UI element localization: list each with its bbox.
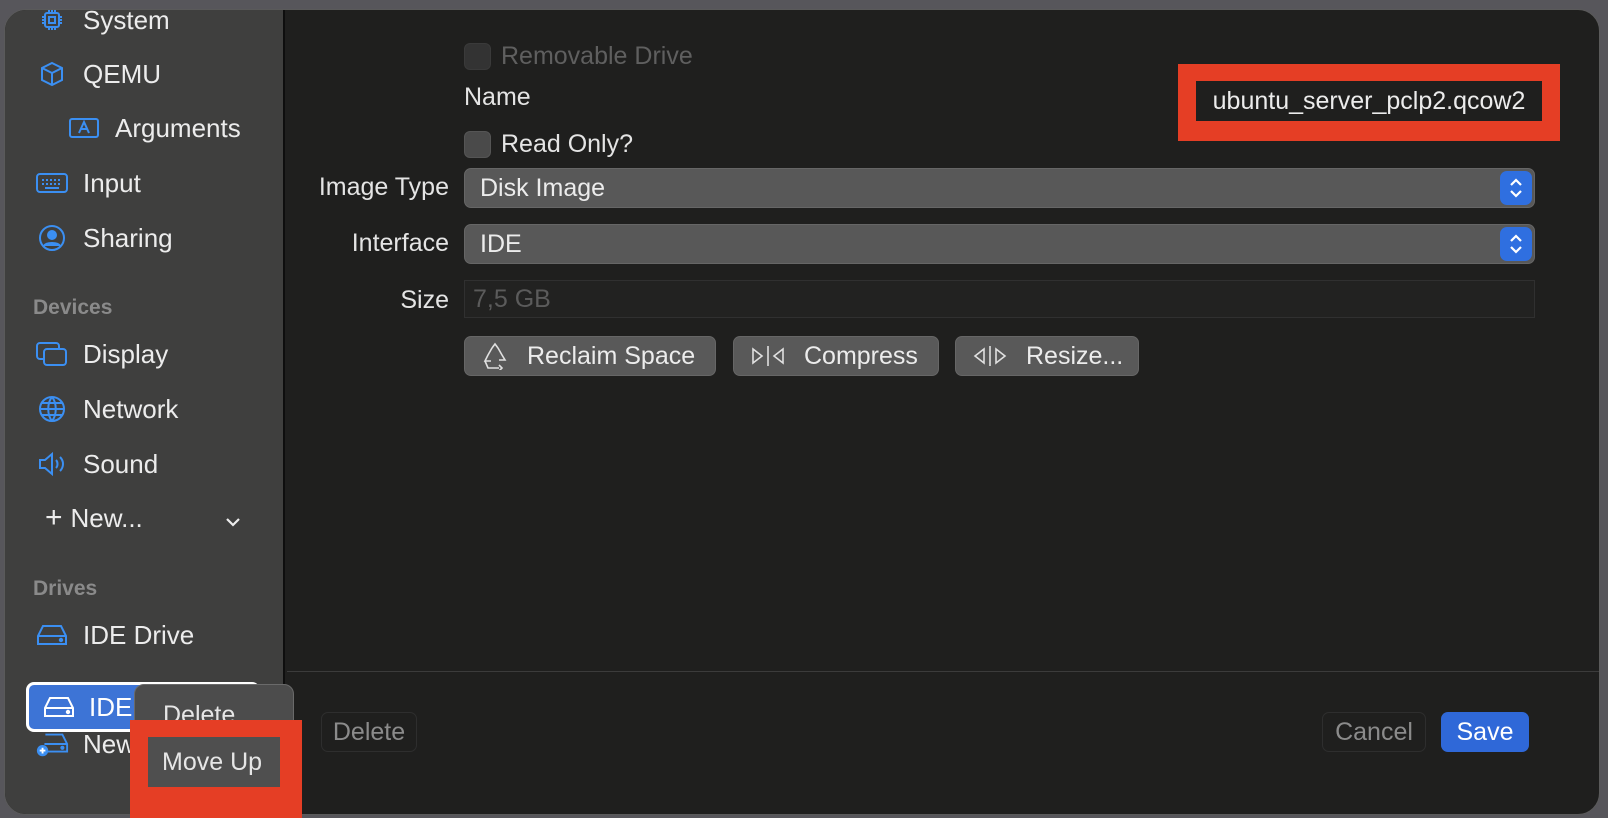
resize-icon: [972, 345, 1008, 367]
save-button[interactable]: Save: [1441, 712, 1529, 752]
sidebar-item-qemu[interactable]: QEMU: [35, 52, 161, 96]
sidebar-item-display[interactable]: Display: [35, 332, 168, 376]
cube-icon: [35, 59, 69, 89]
sidebar-item-input[interactable]: Input: [35, 161, 141, 205]
sidebar-item-system[interactable]: System: [35, 9, 170, 42]
person-circle-icon: [35, 223, 69, 253]
image-type-value: Disk Image: [480, 173, 606, 202]
cpu-icon: [35, 10, 69, 35]
context-menu-move-up[interactable]: Move Up: [148, 737, 280, 787]
removable-drive-checkbox[interactable]: [464, 43, 491, 70]
sidebar-item-label: IDE Drive: [83, 619, 195, 650]
compress-icon: [750, 345, 786, 367]
select-stepper-icon: [1500, 171, 1532, 205]
chevron-down-icon: [225, 503, 241, 534]
sidebar-item-sound[interactable]: Sound: [35, 442, 158, 486]
compress-label: Compress: [804, 341, 918, 370]
name-field[interactable]: ubuntu_server_pclp2.qcow2: [1196, 81, 1542, 121]
text-field-icon: [67, 113, 101, 143]
image-type-label: Image Type: [318, 173, 449, 201]
drive-icon: [35, 620, 69, 650]
sidebar-item-label: Network: [83, 393, 179, 424]
sidebar-item-label: Sharing: [83, 222, 173, 253]
plus-icon: +: [45, 501, 63, 534]
resize-label: Resize...: [1026, 341, 1124, 370]
reclaim-space-button[interactable]: Reclaim Space: [464, 336, 716, 376]
sidebar-item-label: Sound: [83, 448, 159, 479]
size-label: Size: [400, 286, 449, 314]
name-label: Name: [464, 83, 531, 111]
add-drive-icon: [35, 729, 69, 759]
sidebar-item-sharing[interactable]: Sharing: [35, 216, 173, 260]
keyboard-icon: [35, 168, 69, 198]
compress-button[interactable]: Compress: [733, 336, 939, 376]
display-icon: [35, 339, 69, 369]
read-only-checkbox-row[interactable]: Read Only?: [464, 130, 633, 159]
sidebar-item-label: Display: [83, 338, 169, 369]
drives-section-header: Drives: [33, 577, 98, 600]
globe-icon: [35, 394, 69, 424]
read-only-checkbox[interactable]: [464, 131, 491, 158]
removable-drive-checkbox-row[interactable]: Removable Drive: [464, 42, 693, 71]
drive-icon: [43, 695, 77, 719]
new-device-button[interactable]: + New...: [45, 496, 255, 540]
removable-drive-label: Removable Drive: [501, 42, 693, 70]
image-type-select[interactable]: Disk Image: [464, 168, 1535, 208]
recycle-icon: [481, 342, 509, 370]
devices-section-header: Devices: [33, 296, 113, 319]
cancel-button[interactable]: Cancel: [1322, 712, 1426, 752]
new-device-label: New...: [70, 502, 143, 533]
speaker-icon: [35, 449, 69, 479]
delete-button[interactable]: Delete: [321, 712, 417, 752]
footer-divider: [287, 671, 1599, 672]
sidebar-item-arguments[interactable]: Arguments: [67, 106, 241, 150]
sidebar-item-label: Arguments: [115, 112, 241, 143]
resize-button[interactable]: Resize...: [955, 336, 1139, 376]
reclaim-space-label: Reclaim Space: [527, 341, 696, 370]
select-stepper-icon: [1500, 227, 1532, 261]
sidebar-item-label: Input: [83, 167, 141, 198]
read-only-label: Read Only?: [501, 130, 634, 158]
drive-settings-panel: Removable Drive Name ubuntu_server_pclp2…: [287, 10, 1599, 814]
sidebar-item-label: QEMU: [83, 58, 161, 89]
interface-label: Interface: [351, 229, 449, 257]
interface-select[interactable]: IDE: [464, 224, 1535, 264]
sidebar-item-label: System: [83, 9, 170, 35]
sidebar-item-network[interactable]: Network: [35, 387, 178, 431]
size-field: 7,5 GB: [464, 280, 1535, 318]
interface-value: IDE: [480, 229, 522, 258]
sidebar-item-ide-drive-1[interactable]: IDE Drive: [35, 613, 194, 657]
